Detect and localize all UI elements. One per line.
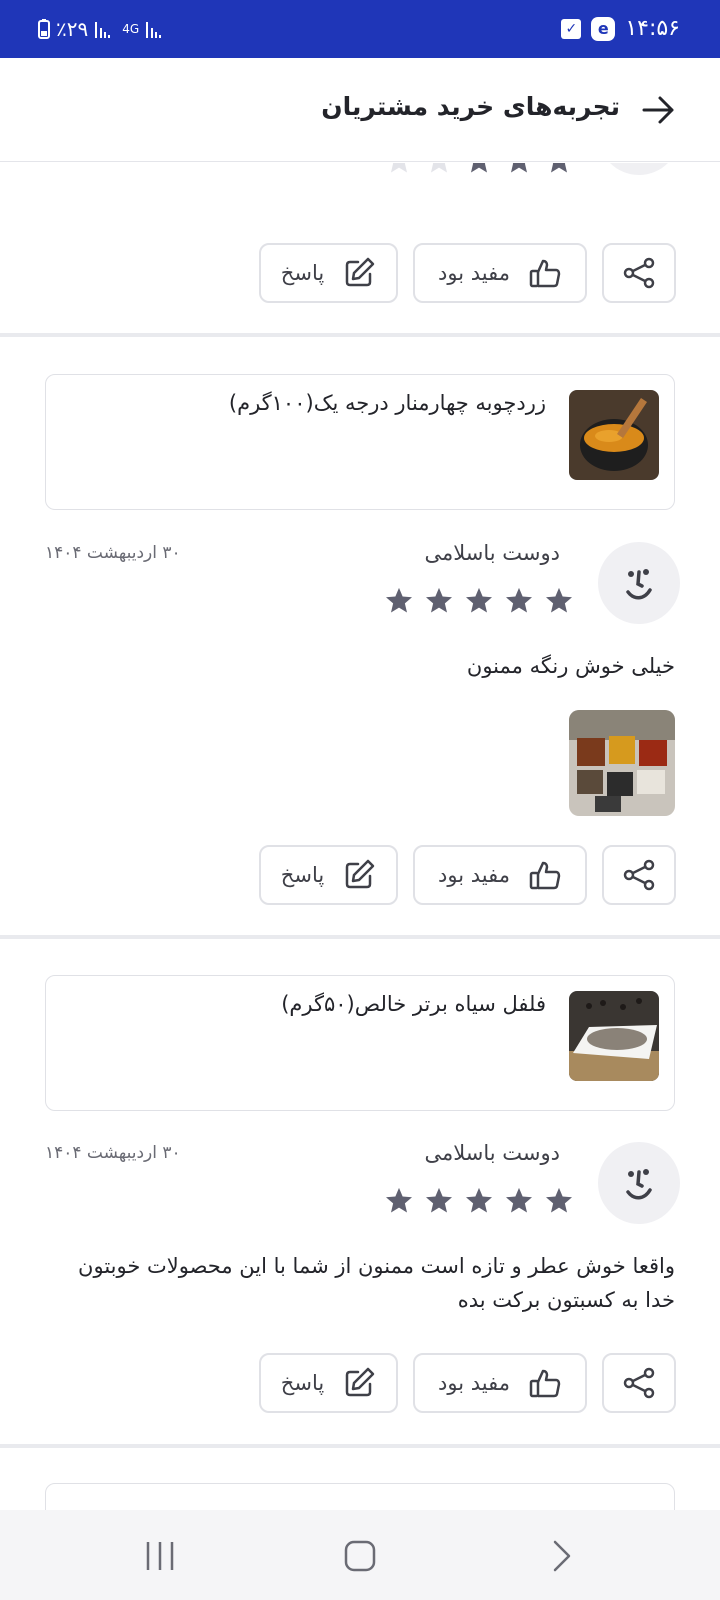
star-icon bbox=[391, 163, 407, 173]
reply-button[interactable]: پاسخ bbox=[259, 243, 398, 303]
rating-stars bbox=[384, 1186, 574, 1216]
battery-icon bbox=[38, 19, 50, 39]
app-notification-icon: e bbox=[591, 16, 616, 41]
star-icon bbox=[386, 587, 412, 613]
status-bar: ٪۲۹ 4G ✓ e ۱۴:۵۶ bbox=[0, 0, 720, 58]
back-nav-icon[interactable] bbox=[541, 1538, 581, 1574]
star-icon bbox=[546, 587, 572, 613]
reply-label: پاسخ bbox=[280, 261, 325, 285]
star-icon bbox=[551, 163, 567, 173]
share-button[interactable] bbox=[602, 845, 676, 905]
product-card[interactable]: فلفل سیاه برتر خالص(۵۰گرم) bbox=[45, 975, 675, 1111]
home-icon[interactable] bbox=[340, 1538, 380, 1574]
share-button[interactable] bbox=[602, 1353, 676, 1413]
reply-button[interactable]: پاسخ bbox=[259, 845, 398, 905]
star-icon bbox=[466, 1187, 492, 1213]
review-text: خیلی خوش رنگه ممنون bbox=[466, 654, 675, 678]
review-photo[interactable] bbox=[569, 710, 675, 816]
helpful-label: مفید بود bbox=[438, 863, 510, 887]
network-type: 4G bbox=[122, 22, 140, 36]
edit-icon bbox=[345, 257, 375, 287]
star-icon bbox=[431, 163, 447, 173]
star-icon bbox=[466, 587, 492, 613]
avatar bbox=[598, 1142, 680, 1224]
reply-label: پاسخ bbox=[280, 863, 325, 887]
avatar bbox=[598, 163, 680, 175]
divider bbox=[0, 935, 720, 939]
signal-icon-2 bbox=[146, 22, 162, 38]
status-left: ٪۲۹ 4G bbox=[38, 17, 167, 41]
status-time: ۱۴:۵۶ bbox=[625, 16, 680, 41]
battery-level: ٪۲۹ bbox=[56, 17, 89, 41]
thumbs-up-icon bbox=[529, 1369, 561, 1398]
smiley-face-icon bbox=[626, 1169, 652, 1200]
helpful-button[interactable]: مفید بود bbox=[413, 845, 587, 905]
product-card[interactable]: زردچوبه چهارمنار درجه یک(۱۰۰گرم) bbox=[45, 374, 675, 510]
thumbs-up-icon bbox=[529, 861, 561, 890]
star-icon bbox=[546, 1187, 572, 1213]
product-image-black-pepper bbox=[569, 991, 659, 1081]
share-button[interactable] bbox=[602, 243, 676, 303]
star-icon bbox=[426, 1187, 452, 1213]
product-title: فلفل سیاه برتر خالص(۵۰گرم) bbox=[281, 992, 546, 1016]
page-title: تجربه‌های خرید مشتریان bbox=[321, 92, 620, 121]
edit-icon bbox=[345, 859, 375, 889]
helpful-label: مفید بود bbox=[438, 1371, 510, 1395]
product-image-turmeric bbox=[569, 390, 659, 480]
product-title: زردچوبه چهارمنار درجه یک(۱۰۰گرم) bbox=[228, 391, 546, 415]
review-date: ۳۰ اردیبهشت ۱۴۰۴ bbox=[45, 543, 181, 563]
notification-check-icon: ✓ bbox=[561, 18, 582, 39]
divider bbox=[0, 1444, 720, 1448]
share-icon bbox=[623, 1367, 655, 1399]
star-icon bbox=[426, 587, 452, 613]
system-nav-bar bbox=[0, 1510, 720, 1600]
product-card[interactable] bbox=[45, 1483, 675, 1510]
smiley-face-icon bbox=[626, 569, 652, 600]
star-icon bbox=[506, 1187, 532, 1213]
helpful-button[interactable]: مفید بود bbox=[413, 243, 587, 303]
rating-stars bbox=[384, 163, 574, 176]
divider bbox=[0, 333, 720, 337]
edit-icon bbox=[345, 1367, 375, 1397]
star-icon bbox=[471, 163, 487, 173]
star-icon bbox=[506, 587, 532, 613]
back-arrow-icon[interactable] bbox=[636, 88, 680, 132]
avatar bbox=[598, 542, 680, 624]
star-icon bbox=[511, 163, 527, 173]
share-icon bbox=[623, 859, 655, 891]
share-icon bbox=[623, 257, 655, 289]
reply-button[interactable]: پاسخ bbox=[259, 1353, 398, 1413]
reviews-list[interactable]: مفید بود پاسخ زردچوبه چهارمنار درجه یک(۱… bbox=[0, 163, 720, 1510]
star-icon bbox=[386, 1187, 412, 1213]
status-right: ✓ e ۱۴:۵۶ bbox=[561, 16, 680, 41]
user-name: دوست باسلامی bbox=[424, 541, 560, 565]
helpful-button[interactable]: مفید بود bbox=[413, 1353, 587, 1413]
app-header: تجربه‌های خرید مشتریان bbox=[0, 58, 720, 162]
review-text: واقعا خوش عطر و تازه است ممنون از شما با… bbox=[78, 1254, 675, 1312]
recent-apps-icon[interactable] bbox=[140, 1538, 180, 1574]
user-name: دوست باسلامی bbox=[424, 1141, 560, 1165]
reply-label: پاسخ bbox=[280, 1371, 325, 1395]
rating-stars bbox=[384, 586, 574, 616]
review-date: ۳۰ اردیبهشت ۱۴۰۴ bbox=[45, 1143, 181, 1163]
thumbs-up-icon bbox=[529, 259, 561, 288]
signal-icon bbox=[95, 22, 111, 38]
helpful-label: مفید بود bbox=[438, 261, 510, 285]
